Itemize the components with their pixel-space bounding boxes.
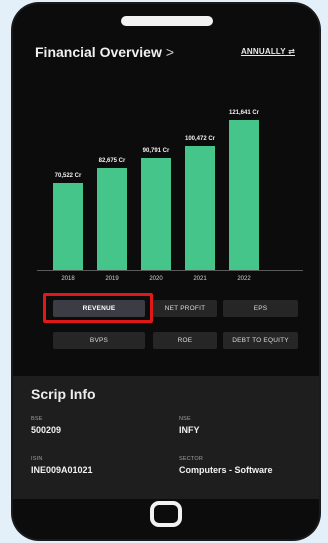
metric-button-label: NET PROFIT [164,305,206,312]
x-axis-tick-label: 2019 [105,276,119,282]
x-axis-tick-label: 2020 [149,276,163,282]
isin-label: ISIN [31,456,43,462]
metric-button-label: ROE [177,337,193,344]
x-axis-tick-label: 2018 [61,276,75,282]
bar-value-label: 82,675 Cr [98,158,126,164]
scrip-info-panel: Scrip Info BSE 500209 NSE INFY ISIN INE0… [13,376,319,499]
metric-button-debt-to-equity[interactable]: DEBT TO EQUITY [223,332,298,349]
page-title: Financial Overview [35,44,162,60]
bar-value-label: 100,472 Cr [184,136,216,142]
revenue-bar-chart: 70,522 Cr 2018 82,675 Cr 2019 90,791 Cr 2020 1… [31,94,307,286]
isin-value: INE009A01021 [31,465,93,475]
sector-value: Computers - Software [179,465,273,475]
financial-overview-title[interactable]: Financial Overview > [35,44,174,60]
metric-button-bvps[interactable]: BVPS [53,332,145,349]
chart-baseline [37,270,303,271]
chart-bar-2021[interactable] [185,146,215,270]
bse-value: 500209 [31,425,62,435]
chart-bar-2018[interactable] [53,183,83,270]
chart-bar-2019[interactable] [97,168,127,270]
chart-bar-2020[interactable] [141,158,171,270]
period-toggle-button[interactable]: ANNUALLY ⇄ [241,47,295,56]
chart-bar-2022[interactable] [229,120,259,270]
bar-value-label: 121,641 Cr [228,110,260,116]
nse-value: INFY [179,425,200,435]
bse-label: BSE [31,416,43,422]
metric-button-net-profit[interactable]: NET PROFIT [153,300,217,317]
metric-button-label: DEBT TO EQUITY [232,337,289,344]
x-axis-tick-label: 2021 [193,276,207,282]
chevron-right-icon: > [165,44,175,60]
x-axis-tick-label: 2022 [237,276,251,282]
metric-button-roe[interactable]: ROE [153,332,217,349]
sector-label: SECTOR [179,456,204,462]
nse-label: NSE [179,416,191,422]
period-label: ANNUALLY [240,47,286,56]
scrip-info-title: Scrip Info [31,386,96,402]
swap-icon: ⇄ [288,47,295,56]
phone-frame: Financial Overview > ANNUALLY ⇄ 70,522 Cr… [13,4,319,539]
bar-value-label: 90,791 Cr [142,148,170,154]
home-button[interactable] [150,501,182,527]
notch-speaker [121,16,213,26]
metric-button-label: BVPS [89,337,109,344]
bar-value-label: 70,522 Cr [54,173,82,179]
financial-overview-header: Financial Overview > ANNUALLY ⇄ [35,44,303,64]
metric-button-label: EPS [253,305,268,312]
revenue-highlight-box [43,293,153,323]
metric-button-eps[interactable]: EPS [223,300,298,317]
